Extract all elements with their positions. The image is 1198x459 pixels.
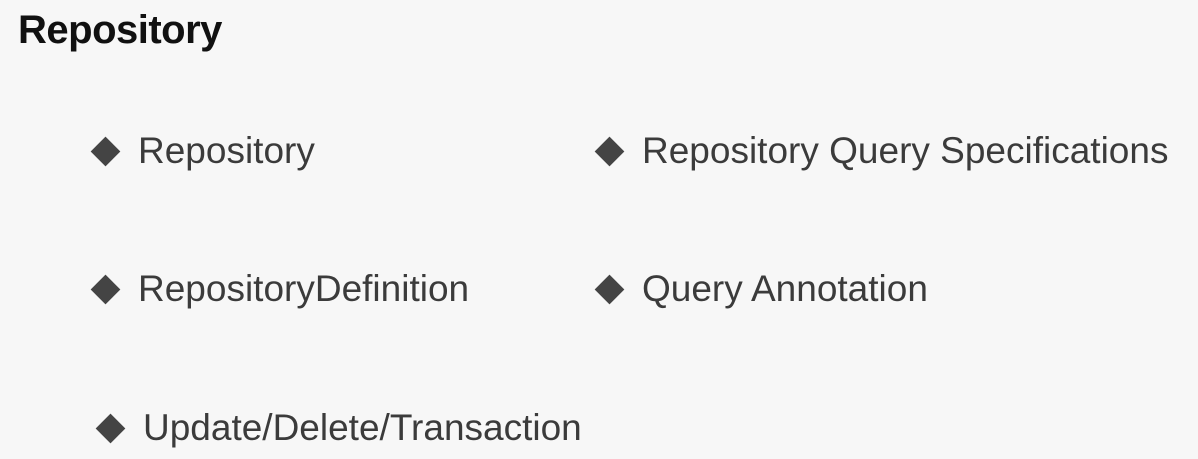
bullet-item-query-annotation: Query Annotation: [594, 266, 928, 312]
diamond-bullet-icon: [594, 136, 625, 166]
bullet-label: Query Annotation: [642, 268, 928, 309]
slide: Repository Repository Repository Query S…: [0, 0, 1198, 459]
diamond-bullet-icon: [90, 274, 121, 304]
bullet-item-query-specifications: Repository Query Specifications: [594, 128, 1169, 174]
bullet-item-repository-definition: RepositoryDefinition: [90, 266, 470, 312]
bullet-item-repository: Repository: [90, 128, 315, 174]
bullet-label: Repository: [138, 130, 315, 171]
slide-title: Repository: [18, 8, 222, 52]
bullet-label: RepositoryDefinition: [138, 268, 470, 309]
bullet-label: Update/Delete/Transaction: [143, 407, 582, 448]
diamond-bullet-icon: [95, 413, 126, 443]
diamond-bullet-icon: [90, 136, 121, 166]
diamond-bullet-icon: [594, 274, 625, 304]
bullet-item-update-delete-transaction: Update/Delete/Transaction: [95, 405, 582, 451]
bullet-label: Repository Query Specifications: [642, 130, 1169, 171]
